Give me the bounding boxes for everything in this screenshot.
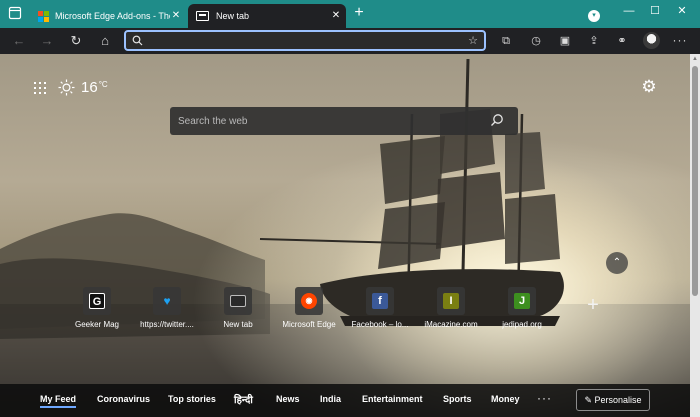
quick-link-tile — [224, 287, 252, 315]
quick-link-tile: ◉ — [295, 287, 323, 315]
feed-tab-entertainment[interactable]: Entertainment — [362, 394, 423, 404]
new-tab-page: 16 °C ⚙ ⌃ G Geeker Mag ♥ https://twitter… — [0, 54, 690, 417]
tab-actions-icon[interactable] — [8, 6, 22, 20]
close-window-button[interactable]: ✕ — [670, 4, 694, 18]
imacazine-icon: I — [443, 293, 459, 309]
feed-tab-money[interactable]: Money — [491, 394, 520, 404]
quick-link-label: Geeker Mag — [74, 320, 120, 329]
quick-link-label: Facebook – lo... — [351, 320, 409, 329]
twitter-bird-icon: ♥ — [163, 294, 171, 308]
feed-tab-india[interactable]: India — [320, 394, 341, 404]
tab-title: Microsoft Edge Add-ons - Themes — [55, 11, 170, 21]
new-tab-page-icon — [196, 11, 209, 21]
apps-icon[interactable]: ⚭ — [614, 33, 630, 49]
feed-tab-top-stories[interactable]: Top stories — [168, 394, 216, 404]
jedipad-icon: J — [514, 293, 530, 309]
quick-link-label: https://twitter.... — [140, 320, 194, 329]
close-tab-icon[interactable]: ✕ — [330, 9, 342, 23]
refresh-button[interactable]: ↻ — [67, 32, 85, 50]
add-quick-link-button[interactable]: + — [584, 295, 602, 315]
feed-tab-news[interactable]: News — [276, 394, 300, 404]
share-icon[interactable]: ⇪ — [586, 33, 602, 49]
tab-new-tab[interactable]: New tab ✕ — [188, 4, 346, 28]
web-search-input[interactable] — [178, 113, 478, 129]
quick-link-tile: ♥ — [153, 287, 181, 315]
geekermag-icon: G — [89, 293, 105, 309]
quick-link-label: Microsoft Edge — [282, 320, 336, 329]
feed-tab-sports[interactable]: Sports — [443, 394, 472, 404]
quick-link[interactable]: New tab — [207, 287, 269, 335]
chevron-down-icon[interactable]: ▾ — [588, 10, 600, 22]
quick-link[interactable]: ◉ Microsoft Edge — [278, 287, 340, 335]
weather-widget[interactable]: 16 °C — [58, 76, 108, 98]
sun-icon — [58, 79, 75, 95]
quick-links: G Geeker Mag ♥ https://twitter.... New t… — [66, 287, 566, 337]
personalise-button[interactable]: ✎ Personalise — [576, 389, 650, 411]
home-button[interactable]: ⌂ — [96, 32, 114, 50]
quick-link[interactable]: J jedipad.org — [491, 287, 553, 335]
address-input[interactable] — [148, 33, 458, 48]
web-search-box[interactable] — [170, 107, 518, 135]
more-options-icon[interactable]: ··· — [672, 33, 688, 49]
quick-link-label: iMacazine.com — [424, 320, 478, 329]
gear-icon[interactable]: ⚙ — [640, 78, 658, 96]
forward-button[interactable]: → — [38, 32, 56, 50]
browser-toolbar: ← → ↻ ⌂ ☆ ⧉ ◷ ▣ ⇪ ⚭ ··· — [0, 28, 700, 54]
minimize-button[interactable]: — — [617, 4, 641, 18]
profile-avatar[interactable] — [643, 32, 660, 49]
quick-link-tile: f — [366, 287, 394, 315]
collections-icon[interactable]: ▣ — [557, 33, 573, 49]
back-button[interactable]: ← — [10, 32, 28, 50]
feed-tab-hindi[interactable]: हिन्दी — [234, 392, 253, 406]
search-icon[interactable] — [490, 113, 504, 127]
feed-tab-my-feed[interactable]: My Feed — [40, 394, 77, 408]
temperature-unit: °C — [98, 79, 108, 89]
tab-edge-addons[interactable]: Microsoft Edge Add-ons - Themes ✕ — [31, 4, 186, 28]
quick-link[interactable]: I iMacazine.com — [420, 287, 482, 335]
news-feed-bar: My Feed Coronavirus Top stories हिन्दी N… — [0, 384, 690, 417]
title-bar: Microsoft Edge Add-ons - Themes ✕ New ta… — [0, 0, 700, 28]
close-tab-icon[interactable]: ✕ — [170, 9, 182, 23]
maximize-button[interactable]: ☐ — [643, 4, 667, 18]
quick-link-tile: J — [508, 287, 536, 315]
microsoft-logo-icon — [38, 10, 49, 22]
add-favorite-icon[interactable]: ☆ — [466, 34, 480, 48]
facebook-icon: f — [372, 293, 388, 309]
quick-link-label: New tab — [223, 320, 253, 329]
address-bar[interactable]: ☆ — [124, 30, 486, 51]
extensions-icon[interactable]: ⧉ — [498, 33, 514, 49]
personalise-label: Personalise — [594, 395, 642, 405]
feed-more-button[interactable]: ··· — [537, 391, 552, 405]
reddit-icon: ◉ — [301, 293, 317, 309]
quick-link[interactable]: ♥ https://twitter.... — [136, 287, 198, 335]
collapse-button[interactable]: ⌃ — [606, 252, 628, 274]
quick-link[interactable]: G Geeker Mag — [66, 287, 128, 335]
new-tab-button[interactable]: + — [352, 5, 366, 21]
quick-link-tile: I — [437, 287, 465, 315]
search-icon — [132, 35, 143, 46]
scroll-thumb[interactable] — [692, 66, 698, 296]
quick-link[interactable]: f Facebook – lo... — [349, 287, 411, 335]
quick-link-label: jedipad.org — [502, 320, 542, 329]
history-icon[interactable]: ◷ — [528, 33, 544, 49]
app-launcher-icon[interactable] — [34, 82, 46, 94]
scroll-up-icon[interactable]: ▲ — [691, 55, 699, 63]
pencil-icon: ✎ — [584, 395, 592, 405]
page-scrollbar[interactable]: ▲ — [690, 54, 700, 417]
tab-title: New tab — [216, 11, 250, 21]
temperature: 16 — [81, 78, 98, 96]
new-tab-page-icon — [230, 295, 246, 307]
feed-tab-coronavirus[interactable]: Coronavirus — [97, 394, 150, 404]
quick-link-tile: G — [83, 287, 111, 315]
